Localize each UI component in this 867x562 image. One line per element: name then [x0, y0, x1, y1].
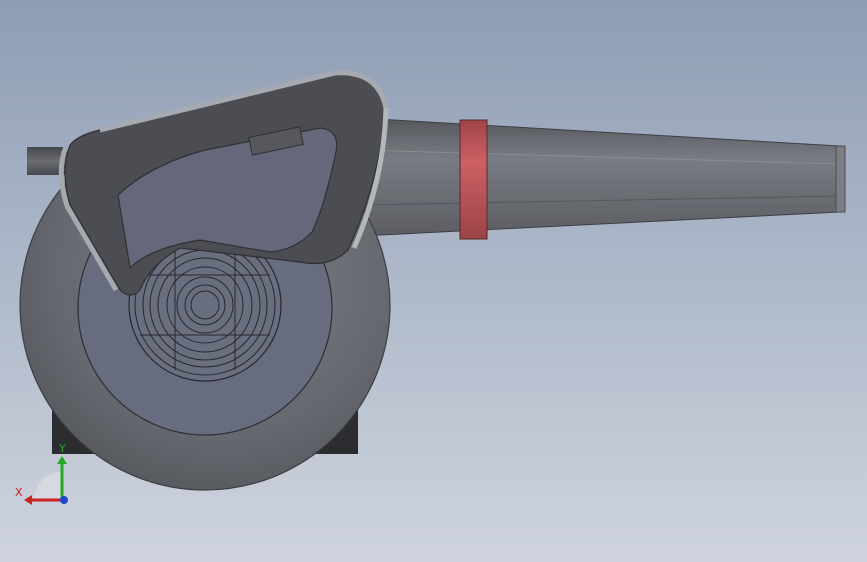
axis-triad: Y X: [14, 440, 74, 510]
blower-model: [0, 0, 867, 562]
3d-viewport[interactable]: Y X: [0, 0, 867, 562]
nozzle-band: [459, 119, 488, 240]
triad-quarter-disc: [34, 472, 62, 500]
z-axis-dot: [60, 496, 68, 504]
x-axis-label: X: [15, 486, 23, 499]
y-axis-label: Y: [59, 442, 66, 455]
